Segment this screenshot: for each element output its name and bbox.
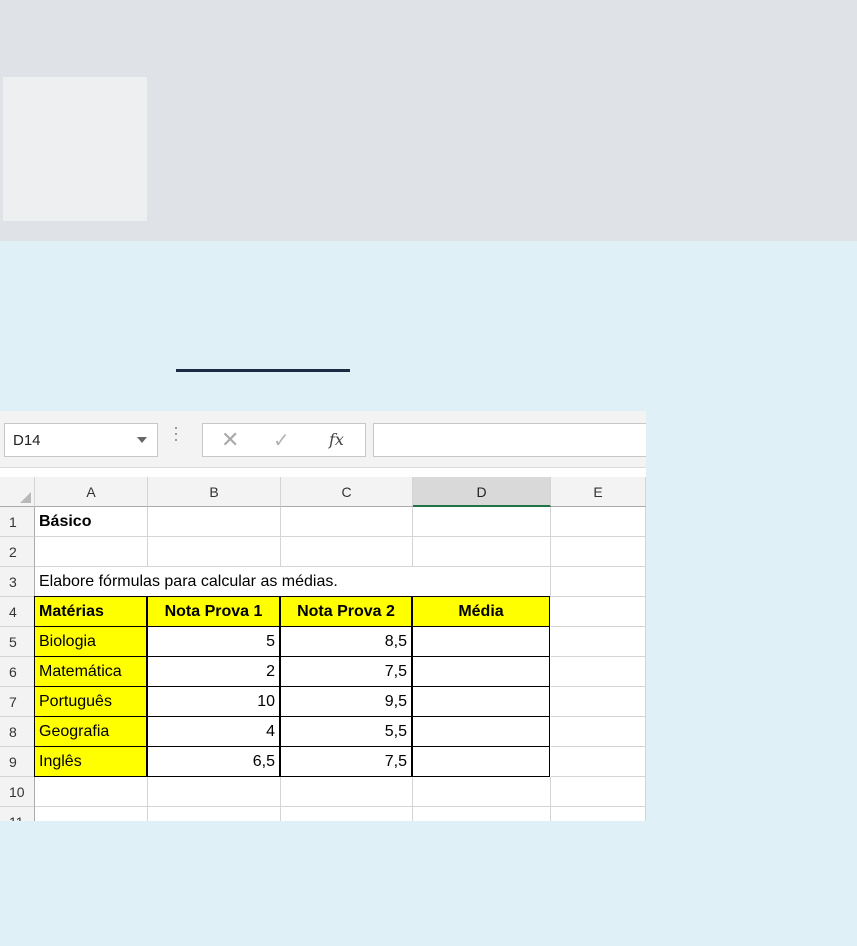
cell-e7[interactable] <box>551 687 646 717</box>
cell-c1[interactable] <box>281 507 413 537</box>
cell-e10[interactable] <box>551 777 646 807</box>
cell-c9[interactable]: 7,5 <box>280 746 412 777</box>
cell-a3[interactable]: Elabore fórmulas para calcular as médias… <box>35 567 435 597</box>
cell-e5[interactable] <box>551 627 646 657</box>
cell-b6[interactable]: 2 <box>147 656 280 687</box>
cell-b4[interactable]: Nota Prova 1 <box>147 596 280 627</box>
cell-e1[interactable] <box>551 507 646 537</box>
cell-a1[interactable]: Básico <box>35 507 148 537</box>
cell-d10[interactable] <box>413 777 551 807</box>
cell-c2[interactable] <box>281 537 413 567</box>
cell-b9[interactable]: 6,5 <box>147 746 280 777</box>
select-all-button[interactable] <box>0 477 35 507</box>
cell-c8[interactable]: 5,5 <box>280 716 412 747</box>
cell-e3[interactable] <box>551 567 646 597</box>
row-header[interactable]: 5 <box>0 627 35 657</box>
formula-input[interactable] <box>373 423 646 457</box>
cell-a11[interactable] <box>35 807 148 821</box>
column-header-row: A B C D E <box>0 477 646 507</box>
cell-a9[interactable]: Inglês <box>34 746 147 777</box>
table-row: 5 Biologia 5 8,5 <box>0 626 646 657</box>
cell-e11[interactable] <box>551 807 646 821</box>
cell-b2[interactable] <box>148 537 281 567</box>
table-row: 3 Elabore fórmulas para calcular as médi… <box>0 567 646 597</box>
formula-buttons: ✕ ✓ fx <box>202 423 366 457</box>
insert-function-icon[interactable]: fx <box>329 430 344 449</box>
cell-c7[interactable]: 9,5 <box>280 686 412 717</box>
cell-d4[interactable]: Média <box>412 596 550 627</box>
cell-e9[interactable] <box>551 747 646 777</box>
cell-a6[interactable]: Matemática <box>34 656 147 687</box>
cell-d8[interactable] <box>412 716 550 747</box>
table-row: 2 <box>0 537 646 567</box>
table-row: 8 Geografia 4 5,5 <box>0 716 646 747</box>
cell-b11[interactable] <box>148 807 281 821</box>
row-header[interactable]: 1 <box>0 507 35 537</box>
column-header-b[interactable]: B <box>148 477 281 507</box>
cell-e4[interactable] <box>551 597 646 627</box>
table-row: 4 Matérias Nota Prova 1 Nota Prova 2 Méd… <box>0 596 646 627</box>
cell-c11[interactable] <box>281 807 413 821</box>
column-header-a[interactable]: A <box>35 477 148 507</box>
cell-d2[interactable] <box>413 537 551 567</box>
cell-c6[interactable]: 7,5 <box>280 656 412 687</box>
cancel-icon[interactable]: ✕ <box>221 427 239 453</box>
cell-d11[interactable] <box>413 807 551 821</box>
cell-d3[interactable] <box>413 567 551 597</box>
name-box[interactable]: D14 <box>4 423 158 457</box>
row-header[interactable]: 11 <box>0 807 35 821</box>
cell-a2[interactable] <box>35 537 148 567</box>
row-header[interactable]: 2 <box>0 537 35 567</box>
image-placeholder <box>3 77 147 221</box>
cell-b5[interactable]: 5 <box>147 626 280 657</box>
cell-c4[interactable]: Nota Prova 2 <box>280 596 412 627</box>
table-row: 11 <box>0 807 646 821</box>
cell-d1[interactable] <box>413 507 551 537</box>
table-row: 10 <box>0 777 646 807</box>
cell-d7[interactable] <box>412 686 550 717</box>
cell-b10[interactable] <box>148 777 281 807</box>
cell-c10[interactable] <box>281 777 413 807</box>
row-header[interactable]: 9 <box>0 747 35 777</box>
table-row: 9 Inglês 6,5 7,5 <box>0 746 646 777</box>
select-all-icon <box>20 492 31 503</box>
cell-a4[interactable]: Matérias <box>34 596 147 627</box>
formula-bar: D14 ✕ ✓ fx <box>0 411 646 468</box>
row-header[interactable]: 6 <box>0 657 35 687</box>
cell-d6[interactable] <box>412 656 550 687</box>
table-row: 6 Matemática 2 7,5 <box>0 656 646 687</box>
chevron-down-icon[interactable] <box>137 437 147 443</box>
row-header[interactable]: 4 <box>0 597 35 627</box>
table-row: 7 Português 10 9,5 <box>0 686 646 717</box>
cell-b1[interactable] <box>148 507 281 537</box>
cell-b8[interactable]: 4 <box>147 716 280 747</box>
cell-e8[interactable] <box>551 717 646 747</box>
row-header[interactable]: 3 <box>0 567 35 597</box>
cell-d9[interactable] <box>412 746 550 777</box>
cell-d5[interactable] <box>412 626 550 657</box>
cell-e2[interactable] <box>551 537 646 567</box>
cell-a8[interactable]: Geografia <box>34 716 147 747</box>
name-box-value: D14 <box>13 432 41 449</box>
cell-e6[interactable] <box>551 657 646 687</box>
spreadsheet-screenshot: D14 ✕ ✓ fx A B C D E 1 Básico 2 3 Elabor… <box>0 411 646 821</box>
cell-c5[interactable]: 8,5 <box>280 626 412 657</box>
cell-a7[interactable]: Português <box>34 686 147 717</box>
cell-a5[interactable]: Biologia <box>34 626 147 657</box>
cell-b7[interactable]: 10 <box>147 686 280 717</box>
column-header-d[interactable]: D <box>413 477 551 507</box>
cell-a10[interactable] <box>35 777 148 807</box>
column-header-e[interactable]: E <box>551 477 646 507</box>
table-row: 1 Básico <box>0 507 646 537</box>
confirm-icon[interactable]: ✓ <box>273 428 290 453</box>
row-header[interactable]: 7 <box>0 687 35 717</box>
title-underline <box>176 369 350 372</box>
drag-handle-icon[interactable] <box>175 427 178 447</box>
column-header-c[interactable]: C <box>281 477 413 507</box>
row-header[interactable]: 8 <box>0 717 35 747</box>
row-header[interactable]: 10 <box>0 777 35 807</box>
